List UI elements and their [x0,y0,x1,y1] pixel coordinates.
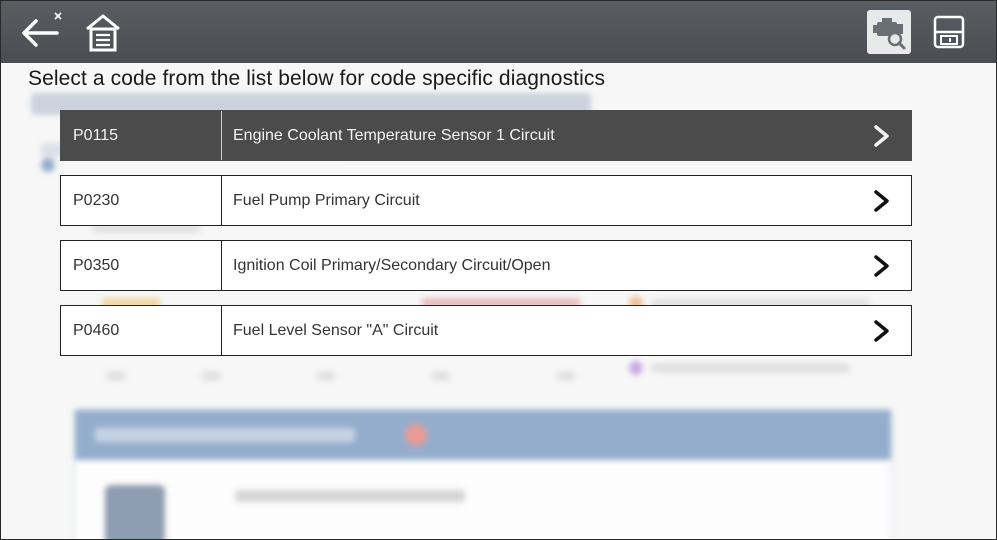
vehicle-scan-icon[interactable] [867,10,911,54]
code-description: Ignition Coil Primary/Secondary Circuit/… [233,256,551,274]
top-toolbar [1,1,996,63]
chevron-right-icon [874,255,889,277]
home-icon[interactable] [81,11,125,55]
back-arrow-icon[interactable] [19,9,65,55]
code-description: Engine Coolant Temperature Sensor 1 Circ… [233,126,555,144]
code-row[interactable]: P0230 Fuel Pump Primary Circuit [60,175,912,226]
chevron-right-icon [874,190,889,212]
code-cell: P0230 [61,176,222,225]
save-icon[interactable] [927,10,971,54]
chevron-right-icon [874,125,889,147]
chevron-right-icon [874,320,889,342]
dtc-code-list: P0115 Engine Coolant Temperature Sensor … [60,110,912,370]
code-row[interactable]: P0460 Fuel Level Sensor "A" Circuit [60,305,912,356]
code-description: Fuel Pump Primary Circuit [233,191,420,209]
code-cell: P0350 [61,241,222,290]
code-row-selected[interactable]: P0115 Engine Coolant Temperature Sensor … [60,110,912,161]
app-window: Select a code from the list below for co… [0,0,997,540]
instruction-text: Select a code from the list below for co… [28,67,606,90]
code-cell: P0115 [61,111,222,160]
code-description: Fuel Level Sensor "A" Circuit [233,321,439,339]
code-row[interactable]: P0350 Ignition Coil Primary/Secondary Ci… [60,240,912,291]
code-cell: P0460 [61,306,222,355]
